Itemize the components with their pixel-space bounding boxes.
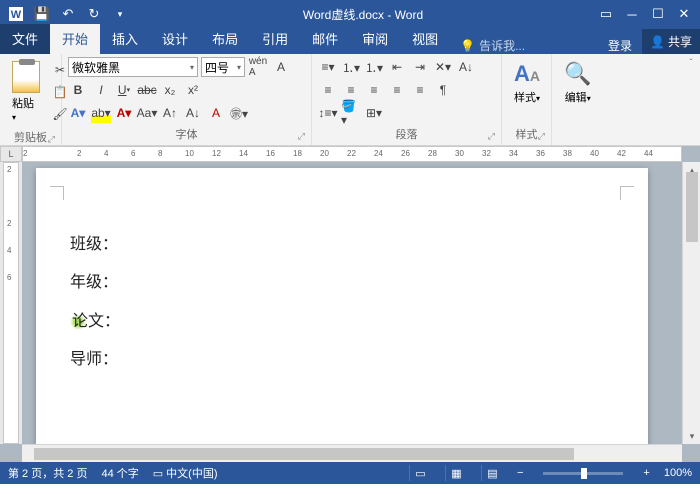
window-title: Word虚线.docx - Word (132, 6, 594, 23)
tab-review[interactable]: 审阅 (350, 24, 400, 54)
status-page[interactable]: 第 2 页，共 2 页 (8, 465, 87, 481)
view-print-icon[interactable]: ▦ (445, 465, 467, 481)
tab-view[interactable]: 视图 (400, 24, 450, 54)
ruler-corner: L (0, 146, 22, 162)
find-icon: 🔍 (564, 61, 591, 87)
font-name-combo[interactable]: 微软雅黑▾ (68, 57, 198, 77)
zoom-in-icon[interactable]: + (643, 467, 649, 479)
scroll-down-icon[interactable]: ▾ (683, 428, 700, 444)
tell-me[interactable]: 💡告诉我... (450, 37, 535, 54)
styles-icon: AA (514, 61, 540, 87)
superscript-button[interactable]: x² (183, 80, 203, 100)
text-effects-icon[interactable]: A▾ (68, 103, 88, 123)
bullets-icon[interactable]: ≡▾ (318, 57, 338, 77)
status-lang[interactable]: ▭中文(中国) (153, 465, 218, 481)
styles-button[interactable]: AA 样式▾ (508, 57, 546, 124)
ribbon-options-icon[interactable]: ▭ (594, 2, 618, 26)
share-icon: 👤 (650, 35, 665, 49)
zoom-slider[interactable] (543, 472, 623, 475)
launcher-icon[interactable]: ⤢ (48, 134, 55, 145)
strike-button[interactable]: abc (137, 80, 157, 100)
highlight-icon[interactable]: ab▾ (91, 103, 111, 123)
numbering-icon[interactable]: ⒈▾ (341, 57, 361, 77)
margin-marker (50, 186, 64, 200)
shrink-font-icon[interactable]: A↓ (183, 103, 203, 123)
zoom-level[interactable]: 100% (664, 467, 692, 479)
maximize-icon[interactable]: ☐ (646, 2, 670, 26)
status-words[interactable]: 44 个字 (101, 465, 138, 481)
redo-icon[interactable]: ↻ (82, 2, 106, 26)
tab-file[interactable]: 文件 (0, 24, 50, 54)
margin-marker (620, 186, 634, 200)
indent-dec-icon[interactable]: ⇤ (387, 57, 407, 77)
bulb-icon: 💡 (460, 39, 475, 53)
bold-button[interactable]: B (68, 80, 88, 100)
doc-line[interactable]: 论文： (70, 303, 614, 341)
sort-icon[interactable]: A↓ (456, 57, 476, 77)
show-marks-icon[interactable]: ¶ (433, 80, 453, 100)
tab-references[interactable]: 引用 (250, 24, 300, 54)
minimize-icon[interactable]: ─ (620, 2, 644, 26)
clipboard-icon (12, 61, 40, 93)
view-web-icon[interactable]: ▤ (481, 465, 503, 481)
borders-icon[interactable]: ⊞▾ (364, 103, 384, 123)
launcher-icon[interactable]: ⤢ (298, 131, 305, 142)
view-read-icon[interactable]: ▭ (409, 465, 431, 481)
doc-line[interactable]: 年级： (70, 264, 614, 302)
undo-icon[interactable]: ↶ (56, 2, 80, 26)
ruler-vertical[interactable]: 2246 (0, 162, 22, 444)
tab-home[interactable]: 开始 (50, 24, 100, 54)
scrollbar-vertical[interactable]: ▴ ▾ (682, 162, 700, 444)
enclose-icon[interactable]: ㊪▾ (229, 103, 249, 123)
clear-format-icon[interactable]: A (206, 103, 226, 123)
phonetic-icon[interactable]: wénA (248, 57, 268, 77)
scroll-thumb[interactable] (34, 448, 574, 460)
doc-line[interactable]: 导师： (70, 341, 614, 379)
grow-font-icon[interactable]: A↑ (160, 103, 180, 123)
collapse-ribbon-icon[interactable]: ˇ (689, 58, 692, 69)
distribute-icon[interactable]: ≡ (410, 80, 430, 100)
scroll-thumb[interactable] (686, 172, 698, 242)
tab-design[interactable]: 设计 (150, 24, 200, 54)
line-spacing-icon[interactable]: ↕≡▾ (318, 103, 338, 123)
svg-text:W: W (11, 9, 22, 21)
font-color-icon[interactable]: A▾ (114, 103, 134, 123)
char-shading-icon[interactable]: Aa▾ (137, 103, 157, 123)
scrollbar-horizontal[interactable] (22, 444, 682, 462)
paste-button[interactable]: 粘贴 ▾ (6, 57, 46, 127)
asian-layout-icon[interactable]: ✕▾ (433, 57, 453, 77)
ruler-horizontal[interactable]: 2246810121416182022242628303234363840424… (22, 146, 682, 162)
font-size-combo[interactable]: 四号▾ (201, 57, 245, 77)
multilevel-icon[interactable]: ⒈▾ (364, 57, 384, 77)
align-left-icon[interactable]: ≡ (318, 80, 338, 100)
launcher-icon[interactable]: ⤢ (538, 131, 545, 142)
share-button[interactable]: 👤共享 (642, 29, 700, 54)
editing-button[interactable]: 🔍 编辑▾ (558, 57, 597, 140)
qat-dropdown-icon[interactable]: ▾ (108, 2, 132, 26)
doc-line[interactable]: 班级： (70, 226, 614, 264)
align-center-icon[interactable]: ≡ (341, 80, 361, 100)
launcher-icon[interactable]: ⤢ (488, 131, 495, 142)
save-icon[interactable]: 💾 (30, 2, 54, 26)
login-button[interactable]: 登录 (598, 37, 642, 54)
tab-mail[interactable]: 邮件 (300, 24, 350, 54)
shading-icon[interactable]: 🪣▾ (341, 103, 361, 123)
zoom-out-icon[interactable]: − (517, 467, 523, 479)
indent-inc-icon[interactable]: ⇥ (410, 57, 430, 77)
align-right-icon[interactable]: ≡ (364, 80, 384, 100)
lang-icon: ▭ (153, 467, 163, 480)
document-page[interactable]: 班级： 年级： 论文： 导师： (36, 168, 648, 452)
tab-layout[interactable]: 布局 (200, 24, 250, 54)
justify-icon[interactable]: ≡ (387, 80, 407, 100)
underline-button[interactable]: U ▾ (114, 80, 134, 100)
italic-button[interactable]: I (91, 80, 111, 100)
close-icon[interactable]: ✕ (672, 2, 696, 26)
tab-insert[interactable]: 插入 (100, 24, 150, 54)
subscript-button[interactable]: x₂ (160, 80, 180, 100)
word-icon: W (4, 2, 28, 26)
char-border-icon[interactable]: A (271, 57, 291, 77)
